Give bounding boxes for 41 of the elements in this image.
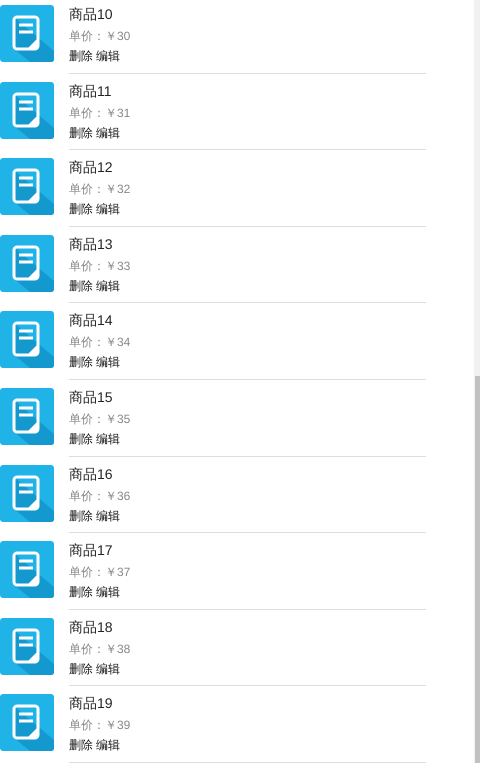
action-link[interactable]: 删除	[69, 660, 93, 678]
product-name: 商品19	[69, 694, 114, 714]
product-name: 商品13	[69, 234, 114, 254]
action-link[interactable]: 删除	[69, 201, 93, 218]
action-link[interactable]: 编辑	[96, 737, 120, 754]
action-link[interactable]: 编辑	[96, 584, 120, 602]
unit-price: 单价：￥35	[69, 410, 132, 428]
action-link[interactable]: 删除	[69, 48, 93, 65]
product-name: 商品16	[69, 464, 114, 484]
action-link[interactable]: 删除	[69, 124, 93, 142]
action-link[interactable]: 编辑	[96, 430, 120, 448]
action-link[interactable]: 删除	[69, 430, 93, 448]
product-name: 商品10	[69, 5, 114, 24]
action-link[interactable]: 编辑	[96, 48, 120, 65]
action-link[interactable]: 删除	[69, 278, 93, 295]
action-link[interactable]: 删除	[69, 354, 93, 372]
action-link[interactable]: 编辑	[96, 660, 120, 678]
unit-price: 单价：￥33	[69, 258, 132, 275]
unit-price: 单价：￥34	[69, 334, 132, 352]
product-name: 商品12	[69, 158, 114, 178]
action-link[interactable]: 删除	[69, 508, 93, 525]
action-link[interactable]: 编辑	[96, 201, 120, 218]
product-name: 商品14	[69, 311, 114, 330]
action-link[interactable]: 编辑	[96, 124, 120, 142]
product-name: 商品18	[69, 618, 114, 637]
scrollbar[interactable]	[474, 0, 480, 763]
product-name: 商品11	[69, 82, 113, 101]
unit-price: 单价：￥30	[69, 28, 132, 45]
action-link[interactable]: 删除	[69, 584, 93, 602]
action-link[interactable]: 删除	[69, 737, 93, 754]
product-name: 商品17	[69, 541, 114, 560]
product-name: 商品15	[69, 388, 114, 407]
unit-price: 单价：￥32	[69, 181, 132, 198]
unit-price: 单价：￥36	[69, 488, 132, 505]
unit-price: 单价：￥31	[69, 104, 132, 122]
action-link[interactable]: 编辑	[96, 354, 120, 372]
unit-price: 单价：￥37	[69, 564, 132, 582]
action-link[interactable]: 编辑	[96, 508, 120, 525]
action-link[interactable]: 编辑	[96, 278, 120, 295]
unit-price: 单价：￥39	[69, 717, 132, 734]
unit-price: 单价：￥38	[69, 640, 132, 658]
